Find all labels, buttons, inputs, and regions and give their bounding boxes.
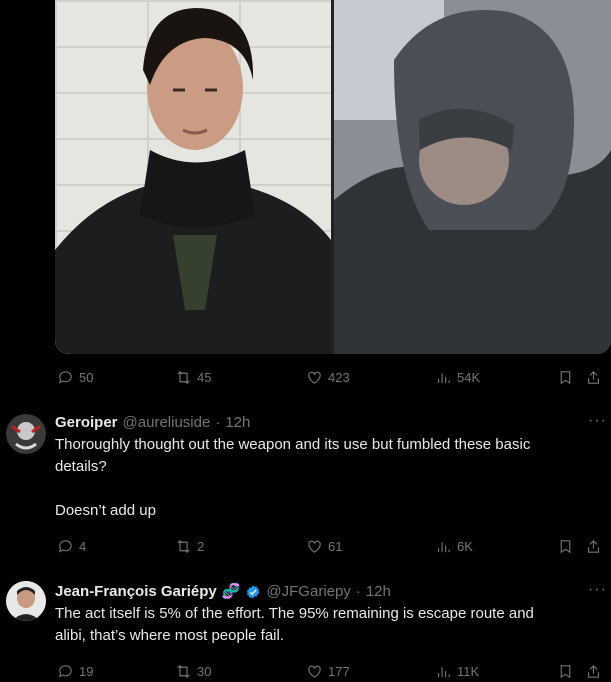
reply-icon bbox=[58, 370, 72, 384]
main-post-actions: 50 45 423 54K bbox=[55, 366, 611, 388]
timestamp[interactable]: 12h bbox=[366, 581, 391, 603]
repost-count: 2 bbox=[197, 538, 205, 554]
repost-count: 30 bbox=[197, 663, 212, 679]
dna-emoji: 🧬 bbox=[221, 583, 241, 600]
repost-count: 45 bbox=[197, 369, 212, 385]
photo-left[interactable] bbox=[55, 0, 331, 354]
views-count: 6K bbox=[457, 538, 473, 554]
text-line: details? bbox=[55, 458, 107, 475]
timestamp[interactable]: 12h bbox=[225, 412, 250, 434]
avatar[interactable] bbox=[6, 581, 46, 621]
author-handle[interactable]: @aureliuside bbox=[123, 412, 211, 434]
text-line: alibi, that’s where most people fail. bbox=[55, 627, 285, 644]
like-count: 177 bbox=[328, 663, 350, 679]
reply-1-actions: 4 2 61 6K bbox=[55, 535, 611, 557]
views-icon bbox=[437, 666, 450, 677]
avatar[interactable] bbox=[6, 414, 46, 454]
author-name[interactable]: Geroiper bbox=[55, 412, 118, 434]
bookmark-icon bbox=[560, 539, 571, 553]
like-button[interactable]: 423 bbox=[306, 369, 350, 386]
repost-button[interactable]: 2 bbox=[175, 538, 204, 555]
reply-icon bbox=[58, 664, 72, 678]
bookmark-icon bbox=[560, 664, 571, 678]
reply-button[interactable]: 19 bbox=[57, 663, 93, 680]
tweet-text: The act itself is 5% of the effort. The … bbox=[55, 603, 593, 647]
reply-count: 50 bbox=[79, 369, 94, 385]
bookmark-button[interactable] bbox=[557, 369, 574, 386]
author-name[interactable]: Jean-François Gariépy bbox=[55, 581, 217, 603]
like-count: 423 bbox=[328, 369, 350, 385]
author-handle[interactable]: @JFGariepy bbox=[266, 581, 350, 603]
share-button[interactable] bbox=[585, 538, 602, 555]
text-line: The act itself is 5% of the effort. The … bbox=[55, 605, 534, 622]
verified-badge-icon bbox=[247, 585, 260, 599]
reply-2-actions: 19 30 177 11K bbox=[55, 660, 611, 682]
reply-button[interactable]: 50 bbox=[57, 369, 93, 386]
tweet-text: Thoroughly thought out the weapon and it… bbox=[55, 434, 593, 522]
heart-icon bbox=[308, 371, 321, 384]
repost-icon bbox=[177, 539, 190, 553]
reply-count: 4 bbox=[79, 538, 87, 554]
views-button[interactable]: 6K bbox=[435, 538, 473, 555]
repost-button[interactable]: 45 bbox=[175, 369, 211, 386]
bookmark-button[interactable] bbox=[557, 538, 574, 555]
share-button[interactable] bbox=[585, 663, 602, 680]
separator: · bbox=[215, 414, 221, 431]
bookmark-icon bbox=[560, 370, 571, 384]
separator: · bbox=[355, 583, 361, 600]
views-icon bbox=[437, 372, 450, 383]
like-button[interactable]: 61 bbox=[306, 538, 342, 555]
repost-icon bbox=[177, 664, 190, 678]
post-media[interactable] bbox=[55, 0, 611, 354]
share-icon bbox=[587, 370, 600, 384]
views-count: 54K bbox=[457, 369, 481, 385]
views-count: 11K bbox=[457, 663, 480, 679]
views-button[interactable]: 11K bbox=[435, 663, 479, 680]
share-icon bbox=[587, 664, 600, 678]
reply-icon bbox=[58, 539, 72, 553]
repost-button[interactable]: 30 bbox=[175, 663, 211, 680]
bookmark-button[interactable] bbox=[557, 663, 574, 680]
share-icon bbox=[587, 539, 600, 553]
views-button[interactable]: 54K bbox=[435, 369, 480, 386]
views-icon bbox=[437, 541, 450, 552]
reply-button[interactable]: 4 bbox=[57, 538, 86, 555]
heart-icon bbox=[308, 540, 321, 553]
like-button[interactable]: 177 bbox=[306, 663, 350, 680]
photo-right[interactable] bbox=[334, 0, 611, 354]
like-count: 61 bbox=[328, 538, 343, 554]
share-button[interactable] bbox=[585, 369, 602, 386]
repost-icon bbox=[177, 370, 190, 384]
text-line: Doesn’t add up bbox=[55, 502, 156, 519]
text-line: Thoroughly thought out the weapon and it… bbox=[55, 436, 531, 453]
heart-icon bbox=[308, 665, 321, 678]
reply-count: 19 bbox=[79, 663, 94, 679]
